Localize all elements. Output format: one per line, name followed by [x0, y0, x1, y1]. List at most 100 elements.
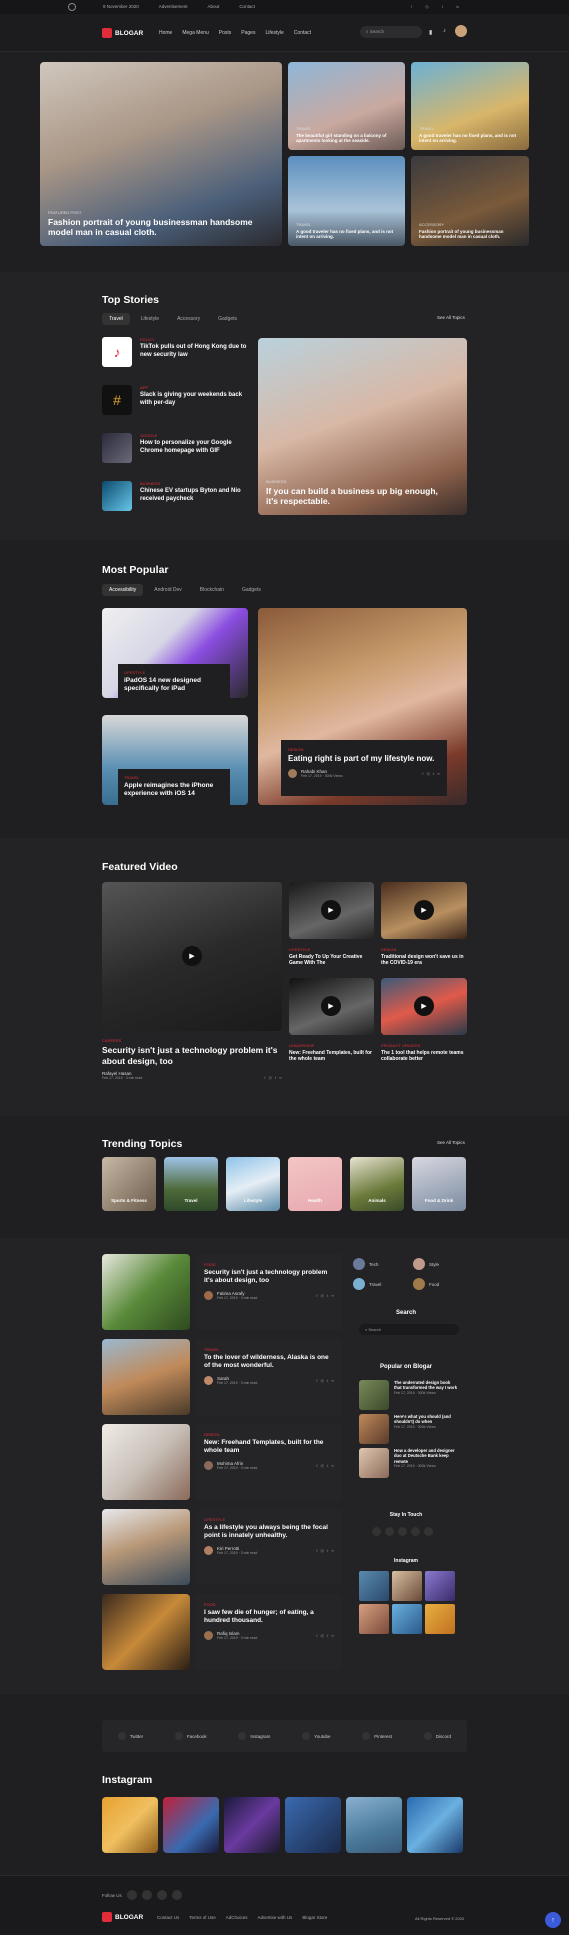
nav-pages[interactable]: Pages — [241, 30, 255, 36]
post-thumbnail[interactable] — [102, 1424, 190, 1500]
tab-travel[interactable]: Travel — [102, 313, 130, 325]
instagram-thumb[interactable] — [425, 1604, 455, 1634]
video-title[interactable]: New: Freehand Templates, built for the w… — [289, 1050, 374, 1063]
tab-gadgets[interactable]: Gadgets — [211, 313, 244, 325]
post-title[interactable]: I saw few die of hunger; of eating, a hu… — [204, 1609, 334, 1625]
linkedin-icon[interactable]: in — [456, 4, 459, 9]
instagram-thumb[interactable] — [163, 1797, 219, 1853]
instagram-thumb[interactable] — [359, 1571, 389, 1601]
list-item[interactable]: ♪ POLICY TikTok pulls out of Hong Kong du… — [102, 337, 252, 367]
linkedin-icon[interactable] — [171, 1890, 182, 1900]
instagram-icon[interactable]: ◎ — [321, 1293, 325, 1298]
facebook-icon[interactable]: f — [316, 1378, 317, 1383]
instagram-thumb[interactable] — [392, 1604, 422, 1634]
see-all-link[interactable]: See All Topics — [437, 1140, 465, 1145]
topic-card[interactable]: Sports & Fitness — [102, 1157, 156, 1211]
twitter-icon[interactable]: t — [327, 1378, 328, 1383]
twitter-icon[interactable]: t — [327, 1293, 328, 1298]
post-title[interactable]: To the lover of wilderness, Alaska is on… — [204, 1354, 334, 1370]
popular-item[interactable]: Here's what you should (and shouldn't) d… — [359, 1414, 459, 1444]
instagram-icon[interactable]: ◎ — [427, 771, 431, 776]
facebook-icon[interactable] — [372, 1527, 381, 1536]
topbar-link-advertisement[interactable]: Advertisement — [159, 4, 188, 9]
post-title[interactable]: As a lifestyle you always being the foca… — [204, 1524, 334, 1540]
twitter-icon[interactable]: t — [442, 4, 443, 9]
linkedin-icon[interactable] — [424, 1527, 433, 1536]
social-youtube[interactable]: Youtube — [302, 1732, 331, 1740]
twitter-icon[interactable]: t — [327, 1548, 328, 1553]
post-card[interactable]: FOOD Security isn't just a technology pr… — [196, 1254, 342, 1330]
hero-side-card[interactable]: TRAVEL A good traveler has no fixed plans… — [288, 156, 405, 246]
facebook-icon[interactable]: f — [316, 1463, 317, 1468]
list-item[interactable]: # APP Slack is giving your weekends back … — [102, 385, 252, 415]
list-item[interactable]: BUSINESS Chinese EV startups Byton and Ni… — [102, 481, 252, 511]
category-travel[interactable]: Travel — [353, 1278, 381, 1290]
tab-blockchain[interactable]: Blockchain — [193, 584, 231, 596]
social-instagram[interactable]: Instagram — [238, 1732, 270, 1740]
topic-card[interactable]: Animals — [350, 1157, 404, 1211]
youtube-icon[interactable] — [411, 1527, 420, 1536]
nav-posts[interactable]: Posts — [219, 30, 232, 36]
link-icon[interactable]: ∞ — [331, 1463, 334, 1468]
facebook-icon[interactable]: f — [264, 1075, 265, 1080]
post-card[interactable]: LIFESTYLE As a lifestyle you always bein… — [196, 1509, 342, 1585]
play-icon[interactable]: ▶ — [414, 996, 434, 1016]
link-icon[interactable]: ∞ — [331, 1378, 334, 1383]
post-thumbnail[interactable] — [102, 1594, 190, 1670]
instagram-icon[interactable]: ◎ — [321, 1633, 325, 1638]
nav-lifestyle[interactable]: Lifestyle — [265, 30, 283, 36]
play-icon[interactable]: ▶ — [321, 996, 341, 1016]
popular-item[interactable]: How a developer and designer duo at Deut… — [359, 1448, 459, 1478]
nav-mega-menu[interactable]: Mega Menu — [182, 30, 208, 36]
footer-link-terms[interactable]: Terms of Use — [189, 1915, 216, 1920]
instagram-thumb[interactable] — [224, 1797, 280, 1853]
twitter-icon[interactable]: t — [327, 1633, 328, 1638]
social-facebook[interactable]: Facebook — [174, 1732, 207, 1740]
facebook-icon[interactable]: f — [316, 1293, 317, 1298]
footer-link-adchoices[interactable]: AdChoices — [226, 1915, 248, 1920]
instagram-thumb[interactable] — [285, 1797, 341, 1853]
back-to-top-button[interactable]: ↑ — [545, 1912, 561, 1928]
instagram-icon[interactable] — [385, 1527, 394, 1536]
footer-link-store[interactable]: Blogar Store — [302, 1915, 327, 1920]
video-thumbnail[interactable]: ▶ — [289, 882, 374, 939]
facebook-icon[interactable]: f — [316, 1548, 317, 1553]
hero-side-card[interactable]: ACCESSORY Fashion portrait of young busin… — [411, 156, 529, 246]
instagram-thumb[interactable] — [102, 1797, 158, 1853]
avatar[interactable] — [455, 25, 467, 37]
instagram-thumb[interactable] — [346, 1797, 402, 1853]
topbar-link-contact[interactable]: Contact — [239, 4, 255, 9]
footer-logo[interactable]: BLOGAR — [102, 1912, 143, 1922]
instagram-icon[interactable]: ◎ — [425, 4, 429, 9]
topic-card[interactable]: Travel — [164, 1157, 218, 1211]
twitter-icon[interactable] — [398, 1527, 407, 1536]
social-pinterest[interactable]: Pinterest — [362, 1732, 392, 1740]
facebook-icon[interactable] — [126, 1890, 137, 1900]
category-food[interactable]: Food — [413, 1278, 439, 1290]
post-thumbnail[interactable] — [102, 1339, 190, 1415]
topbar-link-about[interactable]: About — [208, 4, 220, 9]
video-title[interactable]: Traditional design won't save us in the … — [381, 954, 467, 967]
tab-accessibility[interactable]: Accessibility — [102, 584, 144, 596]
list-item[interactable]: GOOGLE How to personalize your Google Chr… — [102, 433, 252, 463]
video-thumbnail[interactable]: ▶ — [381, 978, 467, 1035]
hero-side-card[interactable]: TRAVEL A good traveler has no fixed plans… — [411, 62, 529, 150]
instagram-thumb[interactable] — [425, 1571, 455, 1601]
social-twitter[interactable]: Twitter — [117, 1732, 143, 1740]
twitter-icon[interactable]: t — [433, 771, 434, 776]
footer-link-contact[interactable]: Contact Us — [157, 1915, 179, 1920]
nav-home[interactable]: Home — [159, 30, 172, 36]
video-title[interactable]: The 1 tool that helps remote teams colla… — [381, 1050, 467, 1063]
video-title[interactable]: Security isn't just a technology problem… — [102, 1045, 282, 1066]
top-stories-feature-card[interactable]: BUSINESS If you can build a business up b… — [258, 338, 467, 515]
search-input[interactable]: ⌕ Search — [360, 26, 422, 38]
post-thumbnail[interactable] — [102, 1509, 190, 1585]
facebook-icon[interactable]: f — [316, 1633, 317, 1638]
post-card[interactable]: DESIGN New: Freehand Templates, built fo… — [196, 1424, 342, 1500]
instagram-icon[interactable]: ◎ — [321, 1378, 325, 1383]
play-icon[interactable]: ▶ — [414, 900, 434, 920]
category-style[interactable]: Style — [413, 1258, 439, 1270]
popular-item[interactable]: The underrated design book that transfor… — [359, 1380, 459, 1410]
tab-accessory[interactable]: Accessory — [170, 313, 207, 325]
link-icon[interactable]: ∞ — [331, 1293, 334, 1298]
